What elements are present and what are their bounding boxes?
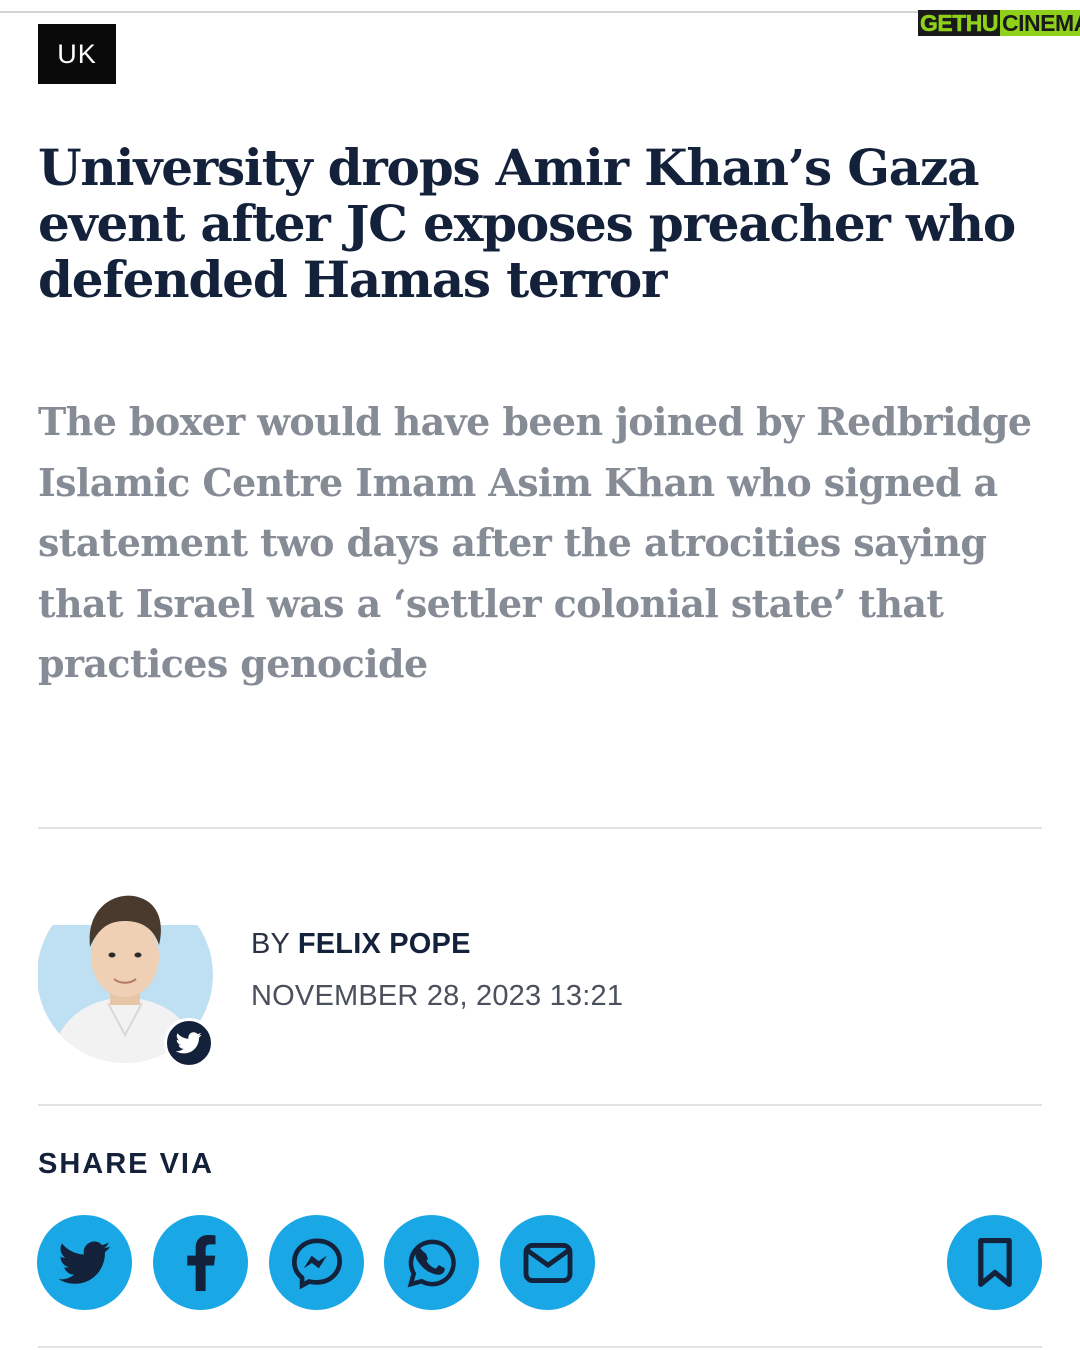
messenger-icon [291, 1237, 342, 1289]
twitter-icon [176, 1032, 202, 1054]
watermark-text-2: CINEMA [1000, 10, 1080, 36]
author-byline: BY FELIX POPE [251, 928, 471, 961]
category-tag[interactable]: UK [38, 24, 116, 84]
bookmark-icon [977, 1237, 1012, 1287]
share-email-button[interactable] [500, 1215, 595, 1310]
author-twitter-badge[interactable] [164, 1018, 214, 1068]
share-messenger-button[interactable] [269, 1215, 364, 1310]
article-standfirst: The boxer would have been joined by Redb… [38, 399, 1032, 686]
author-name[interactable]: FELIX POPE [298, 928, 471, 960]
article-headline: University drops Amir Khan’s Gaza event … [38, 138, 1016, 309]
share-whatsapp-button[interactable] [384, 1215, 479, 1310]
watermark-logo: GETHUCINEMA [918, 2, 1080, 44]
byline-prefix: BY [251, 928, 298, 960]
email-icon [523, 1242, 572, 1283]
share-twitter-button[interactable] [37, 1215, 132, 1310]
author-avatar[interactable] [37, 885, 214, 1068]
share-facebook-button[interactable] [153, 1215, 248, 1310]
divider-bottom [38, 1346, 1042, 1348]
watermark-text-1: GETHU [918, 10, 1000, 36]
twitter-icon [58, 1241, 110, 1284]
divider-middle [38, 1104, 1042, 1106]
whatsapp-icon [407, 1239, 456, 1287]
publish-date: NOVEMBER 28, 2023 13:21 [251, 980, 624, 1012]
share-label: SHARE VIA [38, 1148, 214, 1180]
facebook-icon [186, 1234, 216, 1291]
divider-top [38, 827, 1042, 829]
bookmark-button[interactable] [947, 1215, 1042, 1310]
